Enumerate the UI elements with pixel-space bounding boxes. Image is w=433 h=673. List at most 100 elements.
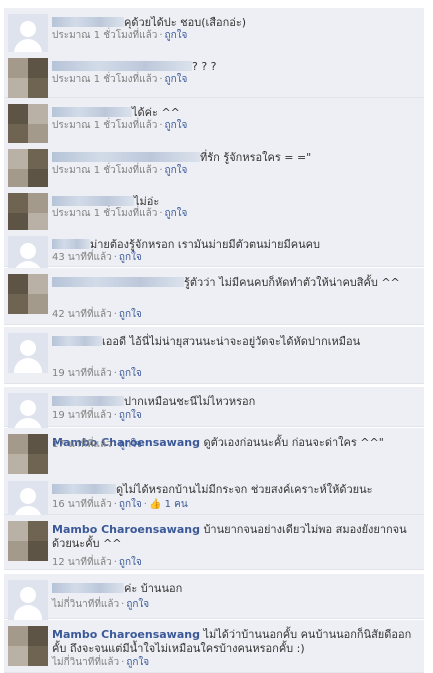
comment-item: รู้ตัวว่า ไม่มีคนคบก็หัดทำตัวให้น่าคบสิค… xyxy=(4,268,424,325)
comment-text: ค่ะ บ้านนอก xyxy=(52,582,420,596)
separator-dot: · xyxy=(113,499,117,510)
timestamp[interactable]: 42 นาทีที่แล้ว xyxy=(52,309,112,320)
redacted-name xyxy=(52,152,200,162)
avatar[interactable] xyxy=(8,626,48,666)
comment-item: ดูไม่ได้หรอกบ้านไม่มีกระจก ช่วยสงค์เคราะ… xyxy=(4,475,424,521)
separator-dot: · xyxy=(113,368,117,379)
comment-item: คุด้วยได้ปะ ชอบ(เสือกอ่ะ) ประมาณ 1 ชั่วโม… xyxy=(4,8,424,54)
separator-dot: · xyxy=(159,120,163,131)
timestamp[interactable]: ประมาณ 1 ชั่วโมงที่แล้ว xyxy=(52,120,157,131)
avatar[interactable] xyxy=(8,434,48,474)
separator-dot: · xyxy=(113,557,117,568)
avatar[interactable] xyxy=(8,104,48,144)
comment-meta: ประมาณ 1 ชั่วโมงที่แล้ว · ถูกใจ xyxy=(52,206,187,221)
like-link[interactable]: ถูกใจ xyxy=(119,439,142,450)
separator-dot: · xyxy=(159,165,163,176)
comment-meta: ประมาณ 1 ชั่วโมงที่แล้ว · ถูกใจ xyxy=(52,72,187,87)
avatar[interactable] xyxy=(8,149,48,189)
comment-text: เออดี ไอ้นี่ไม่น่ายุสวนนะน่าจะอยู่วัดจะไ… xyxy=(52,335,420,349)
redacted-name xyxy=(52,396,124,406)
like-link[interactable]: ถูกใจ xyxy=(126,657,149,668)
comment-text: Mambo Charoensawang ไม่ได้ว่าบ้านนอกคั้บ… xyxy=(52,628,420,656)
comment-meta: 12 นาทีที่แล้ว · ถูกใจ xyxy=(52,555,142,570)
like-link[interactable]: ถูกใจ xyxy=(165,165,188,176)
timestamp[interactable]: ประมาณ 1 ชั่วโมงที่แล้ว xyxy=(52,74,157,85)
thumbs-up-icon: 👍 xyxy=(148,499,165,510)
timestamp[interactable]: ประมาณ 1 ชั่วโมงที่แล้ว xyxy=(52,208,157,219)
avatar[interactable] xyxy=(8,333,48,373)
like-link[interactable]: ถูกใจ xyxy=(165,74,188,85)
like-link[interactable]: ถูกใจ xyxy=(119,557,142,568)
comment-meta: ประมาณ 1 ชั่วโมงที่แล้ว · ถูกใจ xyxy=(52,163,187,178)
separator-dot: · xyxy=(113,309,117,320)
like-link[interactable]: ถูกใจ xyxy=(126,599,149,610)
comment-text: ปากเหมือนชะนีไม่ไหวหรอก xyxy=(52,395,420,409)
timestamp[interactable]: ไม่กี่วินาทีที่แล้ว xyxy=(52,657,119,668)
redacted-name xyxy=(52,484,116,494)
comment-meta: ประมาณ 1 ชั่วโมงที่แล้ว · ถูกใจ xyxy=(52,28,187,43)
redacted-name xyxy=(52,583,124,593)
timestamp[interactable]: ประมาณ 1 ชั่วโมงที่แล้ว xyxy=(52,165,157,176)
commenter-name-link[interactable]: Mambo Charoensawang xyxy=(52,628,200,641)
avatar[interactable] xyxy=(8,58,48,98)
timestamp[interactable]: ไม่กี่วินาทีที่แล้ว xyxy=(52,599,119,610)
comment-body: เออดี ไอ้นี่ไม่น่ายุสวนนะน่าจะอยู่วัดจะไ… xyxy=(102,335,361,348)
redacted-name xyxy=(52,336,102,346)
comment-item: ค่ะ บ้านนอก ไม่กี่วินาทีที่แล้ว · ถูกใจ xyxy=(4,574,424,620)
timestamp[interactable]: 19 นาทีที่แล้ว xyxy=(52,368,112,379)
comment-meta: ไม่กี่วินาทีที่แล้ว · ถูกใจ xyxy=(52,655,149,670)
timestamp[interactable]: ประมาณ 1 ชั่วโมงที่แล้ว xyxy=(52,30,157,41)
comment-meta: 43 นาทีที่แล้ว · ถูกใจ xyxy=(52,250,142,265)
comment-meta: 17 นาทีที่แล้ว · ถูกใจ xyxy=(52,437,142,452)
comment-item: ปากเหมือนชะนีไม่ไหวหรอก 19 นาทีที่แล้ว · ถู… xyxy=(4,387,424,433)
timestamp[interactable]: 12 นาทีที่แล้ว xyxy=(52,557,112,568)
like-link[interactable]: ถูกใจ xyxy=(119,252,142,263)
redacted-name xyxy=(52,61,192,71)
separator-dot: · xyxy=(121,657,125,668)
comment-body: ดูไม่ได้หรอกบ้านไม่มีกระจก ช่วยสงค์เคราะ… xyxy=(116,483,373,496)
like-link[interactable]: ถูกใจ xyxy=(119,309,142,320)
avatar[interactable] xyxy=(8,393,48,433)
timestamp[interactable]: 16 นาทีที่แล้ว xyxy=(52,499,112,510)
comment-meta: 19 นาทีที่แล้ว · ถูกใจ xyxy=(52,408,142,423)
comment-item: เออดี ไอ้นี่ไม่น่ายุสวนนะน่าจะอยู่วัดจะไ… xyxy=(4,327,424,384)
comment-body: ที่รัก รู้จักหรอใคร = =" xyxy=(200,151,312,164)
avatar[interactable] xyxy=(8,193,48,233)
like-link[interactable]: ถูกใจ xyxy=(165,208,188,219)
timestamp[interactable]: 43 นาทีที่แล้ว xyxy=(52,252,112,263)
like-link[interactable]: ถูกใจ xyxy=(119,499,142,510)
like-link[interactable]: ถูกใจ xyxy=(119,410,142,421)
timestamp[interactable]: 19 นาทีที่แล้ว xyxy=(52,410,112,421)
comment-item: Mambo Charoensawang ไม่ได้ว่าบ้านนอกคั้บ… xyxy=(4,620,424,673)
avatar[interactable] xyxy=(8,14,48,54)
comment-body: ดูตัวเองก่อนนะคั้บ ก่อนจะด่าใคร ^^" xyxy=(203,436,384,449)
comment-item: ไม่อ่ะ ประมาณ 1 ชั่วโมงที่แล้ว · ถูกใจ xyxy=(4,187,424,233)
comment-body: ปากเหมือนชะนีไม่ไหวหรอก xyxy=(124,395,256,408)
redacted-name xyxy=(52,277,184,287)
comment-meta: 19 นาทีที่แล้ว · ถูกใจ xyxy=(52,366,142,381)
redacted-name xyxy=(52,196,134,206)
separator-dot: · xyxy=(159,30,163,41)
like-link[interactable]: ถูกใจ xyxy=(165,30,188,41)
separator-dot: · xyxy=(143,499,147,510)
commenter-name-link[interactable]: Mambo Charoensawang xyxy=(52,523,200,536)
like-count-link[interactable]: 1 คน xyxy=(165,499,188,510)
comment-body: ? ? ? xyxy=(192,60,217,73)
separator-dot: · xyxy=(159,74,163,85)
avatar[interactable] xyxy=(8,580,48,620)
comment-meta: 42 นาทีที่แล้ว · ถูกใจ xyxy=(52,307,142,322)
separator-dot: · xyxy=(159,208,163,219)
like-link[interactable]: ถูกใจ xyxy=(165,120,188,131)
comment-meta: ประมาณ 1 ชั่วโมงที่แล้ว · ถูกใจ xyxy=(52,118,187,133)
timestamp[interactable]: 17 นาทีที่แล้ว xyxy=(52,439,112,450)
redacted-name xyxy=(52,239,90,249)
avatar[interactable] xyxy=(8,521,48,561)
separator-dot: · xyxy=(113,439,117,450)
comment-item: ? ? ? ประมาณ 1 ชั่วโมงที่แล้ว · ถูกใจ xyxy=(4,52,424,98)
comment-text: Mambo Charoensawang บ้านยากจนอย่างเดียวไ… xyxy=(52,523,420,551)
comment-text: รู้ตัวว่า ไม่มีคนคบก็หัดทำตัวให้น่าคบสิค… xyxy=(52,276,420,290)
comment-item: ที่รัก รู้จักหรอใคร = =" ประมาณ 1 ชั่วโมง… xyxy=(4,143,424,189)
avatar[interactable] xyxy=(8,274,48,314)
like-link[interactable]: ถูกใจ xyxy=(119,368,142,379)
comment-item: Mambo Charoensawang ดูตัวเองก่อนนะคั้บ ก… xyxy=(4,428,424,476)
